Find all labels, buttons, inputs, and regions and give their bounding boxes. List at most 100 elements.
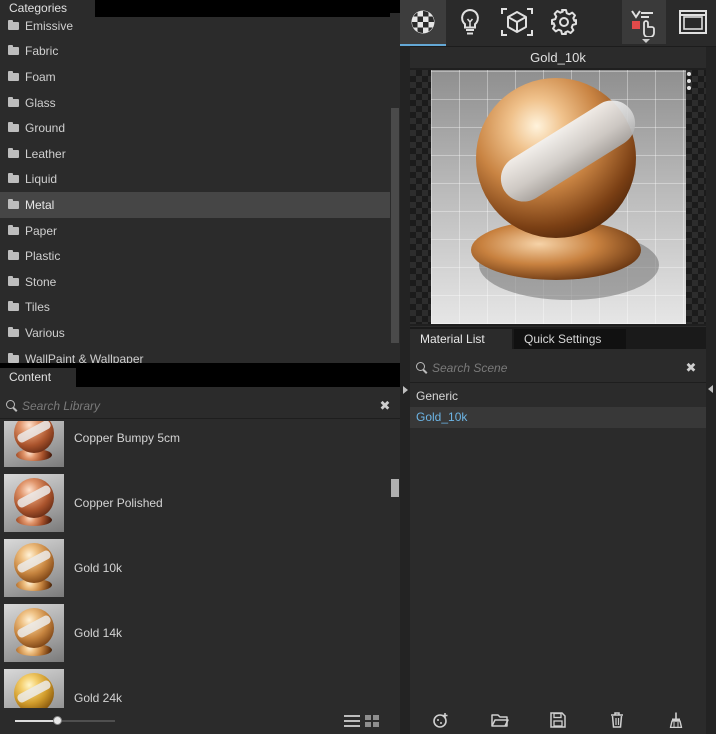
render-mode-dropdown-icon[interactable] xyxy=(642,39,650,43)
material-label: Copper Bumpy 5cm xyxy=(74,430,181,445)
preview-options-icon[interactable] xyxy=(687,72,691,92)
folder-icon xyxy=(8,326,19,337)
material-thumbnail xyxy=(4,603,64,662)
folder-icon xyxy=(8,96,19,107)
thumbnail-size-slider[interactable] xyxy=(15,720,115,722)
clean-up-broom-icon[interactable] xyxy=(667,712,685,728)
create-material-icon[interactable] xyxy=(432,712,450,728)
category-item-tiles[interactable]: Tiles xyxy=(0,295,390,321)
category-label: Metal xyxy=(25,197,55,212)
content-header-bar xyxy=(76,363,400,387)
category-label: Paper xyxy=(25,223,58,238)
category-label: Glass xyxy=(25,95,56,110)
material-editor-panel: Gold_10k Material List Quick Settings ✖ … xyxy=(410,47,707,734)
preview-title: Gold_10k xyxy=(530,50,586,65)
panel-splitter[interactable] xyxy=(400,0,410,734)
settings-button[interactable] xyxy=(541,0,587,44)
preview-checker-left xyxy=(410,70,431,324)
category-label: Liquid xyxy=(25,172,58,187)
frame-buffer-button[interactable] xyxy=(670,0,716,44)
content-scrollbar[interactable] xyxy=(390,421,400,708)
grid-view-icon[interactable] xyxy=(365,715,380,728)
list-view-icon[interactable] xyxy=(344,715,360,727)
material-item-gold-24k[interactable]: Gold 24k xyxy=(0,665,390,708)
category-label: Various xyxy=(25,325,65,340)
save-icon[interactable] xyxy=(549,712,567,728)
thumbnail-size-handle[interactable] xyxy=(53,716,62,725)
collapse-right-arrow-icon[interactable] xyxy=(403,386,408,394)
clear-search-icon[interactable]: ✖ xyxy=(378,398,392,414)
material-content-list: Copper Bumpy 5cm Copper Polished Gold 10k G… xyxy=(0,421,390,708)
geometry-button[interactable] xyxy=(494,0,540,44)
material-item-copper-polished[interactable]: Copper Polished xyxy=(0,470,390,535)
library-panel: Categories Emissive Fabric Foam Glass Ground… xyxy=(0,0,400,734)
material-item-gold-10k[interactable]: Gold 10k xyxy=(0,535,390,600)
category-label: Fabric xyxy=(25,44,59,59)
category-label: Ground xyxy=(25,121,66,136)
material-thumbnail xyxy=(4,473,64,532)
preview-render-image xyxy=(431,70,686,324)
category-item-wallpaint-wallpaper[interactable]: WallPaint & Wallpaper xyxy=(0,346,390,363)
tab-material-list[interactable]: Material List xyxy=(410,329,512,349)
category-label: Tiles xyxy=(25,300,50,315)
scene-search-bar: ✖ xyxy=(410,353,706,383)
material-thumbnail xyxy=(4,668,64,708)
render-interactive-button[interactable] xyxy=(622,0,666,44)
library-search-bar: ✖ xyxy=(0,393,400,419)
library-footer xyxy=(0,708,400,734)
category-item-leather[interactable]: Leather xyxy=(0,141,390,167)
categories-scroll-thumb[interactable] xyxy=(391,108,399,343)
scene-search-input[interactable] xyxy=(428,360,684,375)
delete-icon[interactable] xyxy=(608,712,626,728)
material-item-copper-bumpy-5cm[interactable]: Copper Bumpy 5cm xyxy=(0,421,390,470)
right-panel-splitter[interactable] xyxy=(706,47,716,734)
category-label: Leather xyxy=(25,146,66,161)
materials-icon xyxy=(411,10,435,34)
folder-icon xyxy=(8,250,19,261)
category-label: WallPaint & Wallpaper xyxy=(25,351,144,363)
category-item-glass[interactable]: Glass xyxy=(0,90,390,116)
folder-icon xyxy=(8,122,19,133)
tab-quick-settings[interactable]: Quick Settings xyxy=(514,329,626,349)
folder-icon xyxy=(8,275,19,286)
category-item-foam[interactable]: Foam xyxy=(0,64,390,90)
open-folder-icon[interactable] xyxy=(491,712,509,728)
lights-button[interactable] xyxy=(447,0,493,44)
category-item-plastic[interactable]: Plastic xyxy=(0,243,390,269)
category-item-stone[interactable]: Stone xyxy=(0,269,390,295)
tree-group-generic[interactable]: Generic xyxy=(410,386,706,407)
preview-checker-right xyxy=(686,70,707,324)
material-label: Gold 24k xyxy=(74,690,123,705)
material-preview xyxy=(410,68,707,326)
categories-list: Emissive Fabric Foam Glass Ground Leather Liqu… xyxy=(0,13,390,363)
categories-scrollbar[interactable] xyxy=(390,13,400,363)
category-item-liquid[interactable]: Liquid xyxy=(0,167,390,193)
category-item-ground[interactable]: Ground xyxy=(0,115,390,141)
collapse-left-arrow-icon[interactable] xyxy=(708,385,713,393)
folder-icon xyxy=(8,147,19,158)
render-interactive-icon xyxy=(631,10,655,37)
clear-search-icon[interactable]: ✖ xyxy=(684,360,698,376)
thumbnail-size-fill xyxy=(15,720,57,722)
tree-item-gold-10k[interactable]: Gold_10k xyxy=(410,407,706,428)
category-label: Foam xyxy=(25,69,56,84)
folder-icon xyxy=(8,173,19,184)
library-search-input[interactable] xyxy=(18,398,378,413)
frame-buffer-icon xyxy=(679,10,707,34)
category-item-various[interactable]: Various xyxy=(0,320,390,346)
content-tab[interactable]: Content xyxy=(0,368,76,387)
material-item-gold-14k[interactable]: Gold 14k xyxy=(0,600,390,665)
category-item-fabric[interactable]: Fabric xyxy=(0,39,390,65)
content-scroll-thumb[interactable] xyxy=(391,479,399,497)
category-item-metal[interactable]: Metal xyxy=(0,192,390,218)
category-item-paper[interactable]: Paper xyxy=(0,218,390,244)
settings-icon xyxy=(551,9,577,35)
category-label: Plastic xyxy=(25,249,61,264)
folder-icon xyxy=(8,198,19,209)
main-toolbar xyxy=(400,0,716,46)
material-label: Copper Polished xyxy=(74,495,163,510)
folder-icon xyxy=(8,301,19,312)
materials-button[interactable] xyxy=(400,0,446,46)
search-icon xyxy=(6,399,18,412)
category-item-emissive[interactable]: Emissive xyxy=(0,13,390,39)
